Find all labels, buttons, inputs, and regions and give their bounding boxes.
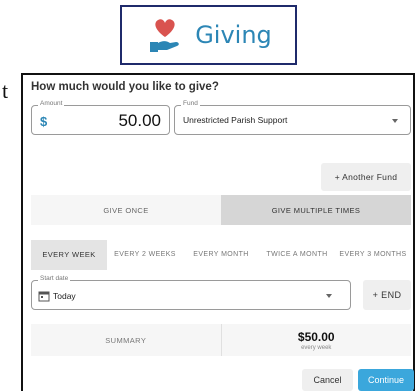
summary-total: $50.00 [297, 329, 335, 344]
start-date-value: Today [53, 291, 76, 301]
calendar-icon [38, 291, 50, 302]
heart-hand-icon [150, 19, 180, 52]
summary-row: SUMMARY $50.00 every week [31, 324, 411, 356]
give-multiple-option[interactable]: GIVE MULTIPLE TIMES [221, 195, 411, 225]
interval-every-week[interactable]: EVERY WEEK [31, 240, 107, 270]
interval-tabs: EVERY WEEK EVERY 2 WEEKS EVERY MONTH TWI… [31, 240, 411, 270]
amount-value[interactable]: 50.00 [118, 111, 161, 131]
frequency-toggle: GIVE ONCE GIVE MULTIPLE TIMES [31, 195, 411, 225]
interval-every-2-weeks[interactable]: EVERY 2 WEEKS [107, 240, 183, 270]
fund-select[interactable]: Fund Unrestricted Parish Support [174, 100, 411, 135]
give-once-option[interactable]: GIVE ONCE [31, 195, 221, 225]
stray-text: t [2, 78, 9, 103]
amount-label: Amount [38, 100, 65, 107]
add-another-fund-button[interactable]: + Another Fund [321, 163, 411, 191]
continue-button[interactable]: Continue [358, 369, 414, 391]
summary-period: every week [301, 344, 332, 351]
giving-header: Giving [120, 5, 297, 65]
start-date-label: Start date [38, 275, 71, 282]
summary-label: SUMMARY [31, 324, 222, 356]
chevron-down-icon [392, 119, 398, 123]
cancel-button[interactable]: Cancel [302, 369, 353, 391]
interval-every-3-months[interactable]: EVERY 3 MONTHS [335, 240, 411, 270]
page-title: Giving [195, 21, 272, 49]
giving-form: How much would you like to give? Amount … [21, 73, 415, 391]
fund-label: Fund [181, 100, 200, 107]
fund-value: Unrestricted Parish Support [183, 115, 288, 125]
currency-symbol: $ [40, 114, 48, 129]
summary-totals: $50.00 every week [222, 324, 412, 356]
form-question: How much would you like to give? [31, 81, 219, 93]
interval-every-month[interactable]: EVERY MONTH [183, 240, 259, 270]
interval-twice-a-month[interactable]: TWICE A MONTH [259, 240, 335, 270]
start-date-select[interactable]: Start date Today [31, 275, 351, 310]
add-end-date-button[interactable]: + END [363, 280, 411, 310]
chevron-down-icon [326, 294, 332, 298]
amount-field[interactable]: Amount $ 50.00 [31, 100, 170, 135]
